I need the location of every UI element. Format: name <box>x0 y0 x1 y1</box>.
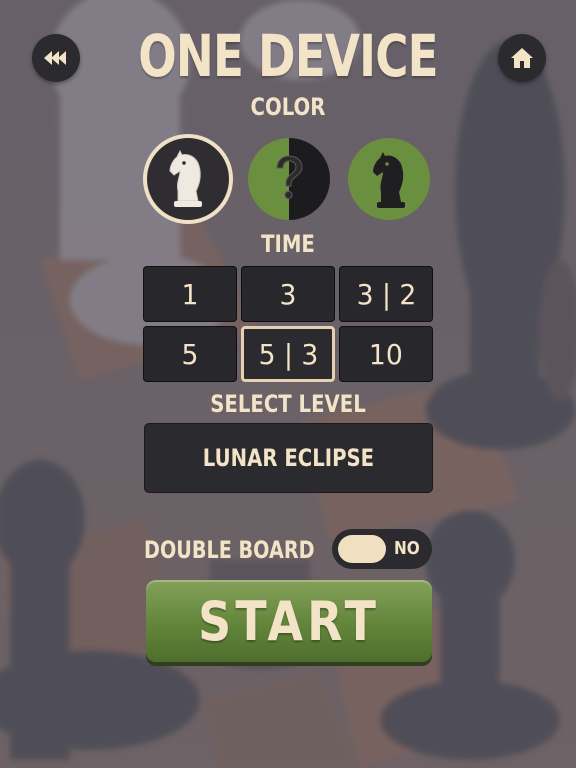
time-option-3[interactable]: 3 <box>241 266 335 322</box>
black-color-disc <box>348 138 430 220</box>
one-device-setup-screen: ONE DEVICE COLOR TIME 1 3 3 | 2 5 5 | 3 … <box>0 0 576 768</box>
level-value: LUNAR ECLIPSE <box>202 444 375 472</box>
time-option-5[interactable]: 5 <box>143 326 237 382</box>
white-knight-icon <box>169 149 202 207</box>
black-knight-icon <box>373 152 405 208</box>
time-options-grid: 1 3 3 | 2 5 5 | 3 10 <box>143 266 433 382</box>
double-board-toggle[interactable]: NO <box>332 529 432 569</box>
time-option-1[interactable]: 1 <box>143 266 237 322</box>
home-button[interactable] <box>498 34 546 82</box>
level-section-label: SELECT LEVEL <box>210 390 366 418</box>
color-option-black[interactable] <box>344 134 434 224</box>
color-option-random[interactable] <box>244 134 334 224</box>
time-option-5-3[interactable]: 5 | 3 <box>241 326 335 382</box>
toggle-knob <box>338 535 386 563</box>
color-section-label: COLOR <box>250 93 326 121</box>
page-title: ONE DEVICE <box>138 22 438 90</box>
double-board-label: DOUBLE BOARD <box>144 536 315 564</box>
home-icon <box>511 48 533 68</box>
time-section-label: TIME <box>261 230 315 258</box>
color-option-white[interactable] <box>143 134 233 224</box>
time-option-3-2[interactable]: 3 | 2 <box>339 266 433 322</box>
time-option-10[interactable]: 10 <box>339 326 433 382</box>
start-button-label: START <box>197 589 381 653</box>
toggle-state-text: NO <box>394 538 420 559</box>
random-color-disc <box>248 138 330 220</box>
question-mark-icon <box>248 138 330 220</box>
start-button[interactable]: START <box>146 580 432 662</box>
level-selector-button[interactable]: LUNAR ECLIPSE <box>144 423 433 493</box>
